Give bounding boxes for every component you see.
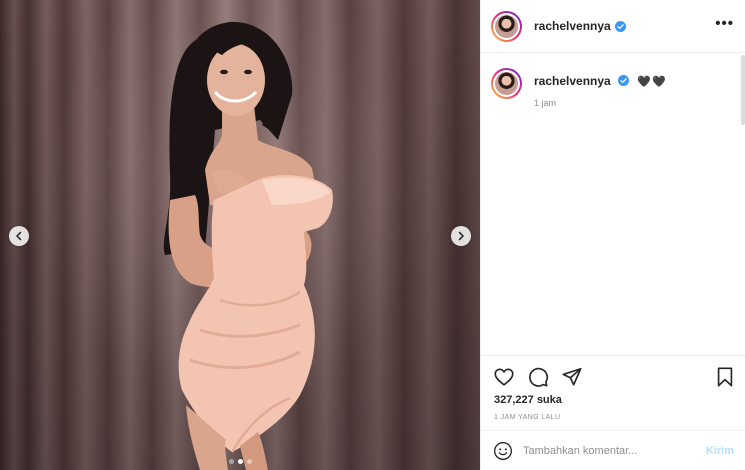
verified-badge-icon bbox=[618, 75, 630, 86]
comment-icon[interactable] bbox=[527, 366, 549, 388]
emoji-icon[interactable] bbox=[493, 441, 513, 461]
caption-username[interactable]: rachelvennya bbox=[534, 74, 611, 88]
send-icon[interactable] bbox=[561, 366, 583, 388]
comment-bar: Kirim bbox=[481, 430, 745, 470]
more-options-icon[interactable]: ••• bbox=[715, 16, 734, 31]
heart-icon[interactable] bbox=[493, 366, 515, 388]
woman-in-pink-dress-photo bbox=[163, 21, 333, 470]
caption-line: rachelvennya 🖤🖤 bbox=[534, 74, 667, 88]
comment-input[interactable] bbox=[523, 444, 673, 457]
scrollbar[interactable] bbox=[741, 55, 745, 125]
action-icons bbox=[493, 366, 583, 388]
caption-timestamp[interactable]: 1 jam bbox=[534, 98, 556, 108]
post-comment-button[interactable]: Kirim bbox=[706, 445, 734, 457]
header-username[interactable]: rachelvennya bbox=[534, 19, 611, 33]
carousel-dot bbox=[228, 459, 234, 464]
bookmark-icon[interactable] bbox=[714, 366, 736, 388]
post-timestamp[interactable]: 1 JAM YANG LALU bbox=[494, 414, 560, 421]
verified-badge-icon bbox=[614, 20, 626, 32]
previous-image-button[interactable] bbox=[9, 226, 29, 246]
chevron-right-icon bbox=[458, 231, 464, 241]
post-side-panel: rachelvennya ••• rachelvennya 🖤🖤 1 jam 3… bbox=[480, 0, 745, 470]
carousel-dot-active bbox=[237, 459, 243, 464]
chevron-left-icon bbox=[16, 231, 22, 241]
post-header: rachelvennya ••• bbox=[481, 0, 745, 53]
avatar-image bbox=[493, 12, 520, 40]
caption-avatar[interactable] bbox=[491, 68, 522, 99]
carousel-dot bbox=[246, 459, 252, 464]
avatar-image bbox=[493, 70, 520, 97]
next-image-button[interactable] bbox=[451, 226, 471, 246]
caption-text: 🖤🖤 bbox=[637, 76, 667, 88]
likes-count[interactable]: 327,227 suka bbox=[494, 394, 562, 406]
avatar[interactable] bbox=[491, 10, 522, 42]
post-photo[interactable] bbox=[0, 0, 480, 470]
carousel-indicator bbox=[0, 459, 480, 464]
